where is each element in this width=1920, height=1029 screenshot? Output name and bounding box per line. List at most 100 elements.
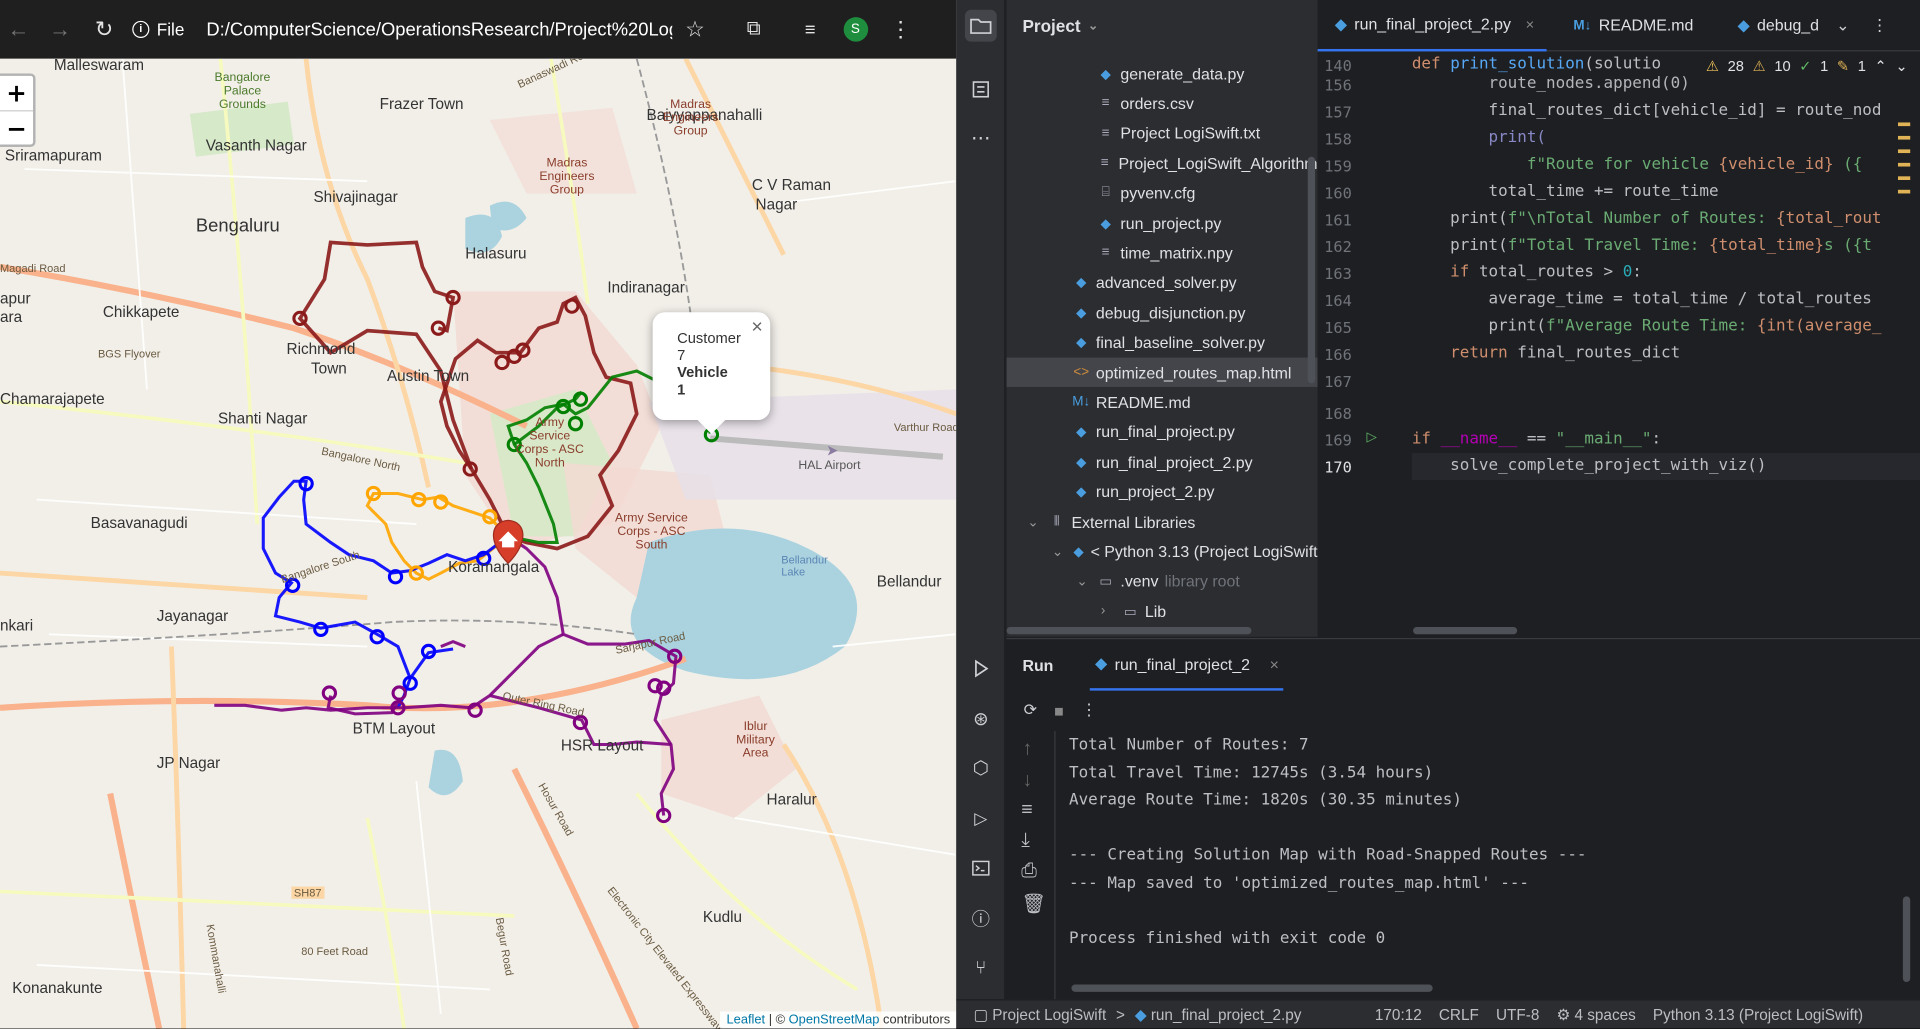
status-indent[interactable]: ⚙ 4 spaces bbox=[1557, 1005, 1636, 1024]
more-tools-icon[interactable]: ⋯ bbox=[965, 122, 997, 154]
code-editor[interactable]: ◆ run_final_project_2.py × M↓ README.md … bbox=[1317, 0, 1920, 637]
popup-close-icon[interactable]: × bbox=[751, 317, 762, 339]
scroll-to-end-icon[interactable]: ⤓ bbox=[1021, 830, 1030, 852]
line-number: 163 bbox=[1324, 264, 1352, 283]
forward-icon[interactable]: → bbox=[44, 13, 76, 45]
project-header[interactable]: Project ⌄ bbox=[1007, 0, 1318, 51]
customer-popup: × Customer 7 Vehicle 1 bbox=[652, 312, 771, 434]
tree-item[interactable]: M↓ README.md bbox=[1007, 387, 1318, 416]
tab-readme[interactable]: M↓ README.md bbox=[1561, 0, 1705, 51]
print-icon[interactable]: ⎙ bbox=[1021, 861, 1037, 883]
zoom-out-button[interactable]: − bbox=[0, 110, 34, 144]
soft-wrap-icon[interactable]: ≡ bbox=[1021, 800, 1032, 822]
popup-vehicle-id: 1 bbox=[677, 380, 686, 398]
run-options-icon[interactable]: ⋮ bbox=[1081, 700, 1097, 720]
chevron-down-icon[interactable]: ⌄ bbox=[1052, 544, 1063, 560]
tree-scrollbar[interactable] bbox=[1307, 156, 1316, 384]
tree-item[interactable]: ⌸ pyvenv.cfg bbox=[1007, 178, 1318, 207]
tree-item[interactable]: ⌄ ▭ .venv library root bbox=[1007, 567, 1318, 596]
back-icon[interactable]: ← bbox=[2, 13, 34, 45]
avatar: S bbox=[843, 17, 868, 42]
console-h-scrollbar[interactable] bbox=[1071, 984, 1433, 992]
address-bar[interactable]: D:/ComputerScience/OperationsResearch/Pr… bbox=[206, 19, 671, 40]
tree-item[interactable]: ≡ Project LogiSwift.txt bbox=[1007, 119, 1318, 148]
bookmark-star-icon[interactable]: ☆ bbox=[679, 13, 711, 45]
project-folder-icon[interactable] bbox=[964, 9, 997, 42]
git-icon[interactable]: ⑂ bbox=[965, 951, 997, 983]
error-stripe[interactable] bbox=[1897, 122, 1911, 232]
status-project[interactable]: ▢ Project LogiSwift bbox=[973, 1005, 1106, 1024]
tree-item[interactable]: ◆ debug_disjunction.py bbox=[1007, 298, 1318, 327]
extensions-icon[interactable]: ⧉ bbox=[738, 13, 770, 45]
run-tab-close-icon[interactable]: × bbox=[1270, 654, 1279, 672]
reload-icon[interactable]: ↻ bbox=[88, 13, 120, 45]
site-info-button[interactable]: i File bbox=[132, 20, 184, 39]
problems-icon[interactable]: ⓘ bbox=[965, 902, 997, 934]
chevron-up-icon[interactable]: ⌃ bbox=[1875, 58, 1887, 75]
media-controls-icon[interactable]: ≡ bbox=[794, 13, 826, 45]
profile-avatar[interactable]: S bbox=[843, 17, 868, 42]
stop-icon[interactable]: ■ bbox=[1054, 701, 1064, 719]
console-output[interactable]: Total Number of Routes: 7 Total Travel Ti… bbox=[1069, 732, 1587, 953]
tree-item[interactable]: ≡ time_matrix.npy bbox=[1007, 238, 1318, 267]
map-label: Shanti Nagar bbox=[217, 410, 308, 428]
status-encoding[interactable]: UTF-8 bbox=[1496, 1006, 1539, 1023]
zoom-in-button[interactable]: + bbox=[0, 76, 33, 110]
status-interpreter[interactable]: Python 3.13 (Project LogiSwift) bbox=[1653, 1006, 1863, 1023]
tree-item[interactable]: ⌄ ⫴ External Libraries bbox=[1007, 507, 1318, 536]
leaflet-link[interactable]: Leaflet bbox=[727, 1013, 766, 1028]
status-line-separator[interactable]: CRLF bbox=[1439, 1006, 1479, 1023]
rerun-icon[interactable]: ⟳ bbox=[1024, 700, 1037, 720]
tabs-more-icon[interactable]: ⋮ bbox=[1872, 15, 1888, 35]
inspection-widget[interactable]: ⚠ 28 ⚠ 10 ✓ 1 ✎ 1 ⌃ ⌄ bbox=[1700, 57, 1908, 75]
run-tool-icon[interactable] bbox=[965, 653, 997, 685]
console-scrollbar[interactable] bbox=[1902, 896, 1911, 983]
tree-item[interactable]: ◆ run_final_project.py bbox=[1007, 417, 1318, 446]
map-label: Konanakunte bbox=[12, 979, 103, 997]
menu-kebab-icon[interactable]: ⋮ bbox=[885, 13, 917, 45]
tree-item[interactable]: › ▭ Lib bbox=[1007, 597, 1318, 626]
osm-link[interactable]: OpenStreetMap bbox=[789, 1013, 880, 1028]
scroll-down-icon[interactable]: ↓ bbox=[1022, 770, 1032, 792]
services-icon[interactable]: ▷ bbox=[965, 802, 997, 834]
map-label: JP Nagar bbox=[156, 754, 221, 772]
chevron-down-icon[interactable]: ⌄ bbox=[1895, 58, 1907, 75]
status-caret-position[interactable]: 170:12 bbox=[1375, 1006, 1422, 1023]
python-file-icon: ◆ bbox=[1334, 14, 1347, 33]
clear-console-icon[interactable]: 🗑 bbox=[1021, 891, 1046, 915]
run-config-tab[interactable]: ◆ run_final_project_2 × bbox=[1090, 639, 1284, 691]
tree-item[interactable]: ◆ advanced_solver.py bbox=[1007, 268, 1318, 297]
tree-item[interactable]: ≡ Project_LogiSwift_Algorithm bbox=[1007, 148, 1318, 177]
tab-debug[interactable]: ◆ debug_d bbox=[1725, 0, 1831, 51]
python-file-icon: ◆ bbox=[1095, 653, 1108, 673]
editor-h-scrollbar[interactable] bbox=[1413, 626, 1518, 635]
tree-item[interactable]: ≡ orders.csv bbox=[1007, 89, 1318, 118]
tree-item[interactable]: ◆ generate_data.py bbox=[1007, 59, 1318, 88]
tab-close-icon[interactable]: × bbox=[1526, 15, 1535, 32]
run-gutter-icon[interactable]: ▷ bbox=[1367, 429, 1377, 445]
console-line: Total Number of Routes: 7 bbox=[1068, 735, 1309, 755]
tree-item[interactable]: <> optimized_routes_map.html bbox=[1006, 357, 1318, 387]
py-file-icon: ◆ bbox=[1100, 216, 1111, 231]
python-packages-icon[interactable]: ⬡ bbox=[965, 752, 997, 784]
python-console-icon[interactable]: ⊛ bbox=[965, 703, 997, 735]
tree-item-label: Project LogiSwift.txt bbox=[1120, 124, 1261, 143]
chevron-right-icon[interactable]: › bbox=[1101, 604, 1105, 619]
chevron-down-icon[interactable]: ⌄ bbox=[1027, 514, 1038, 530]
code-area[interactable]: def print_solution(solutio route_nodes.a… bbox=[1411, 51, 1920, 481]
structure-icon[interactable] bbox=[965, 73, 997, 105]
scroll-up-icon[interactable]: ↑ bbox=[1022, 738, 1032, 760]
chevron-down-icon[interactable]: ⌄ bbox=[1076, 573, 1087, 590]
tab-run-final-project-2[interactable]: ◆ run_final_project_2.py × bbox=[1317, 0, 1547, 51]
tabs-dropdown-icon[interactable]: ⌄ bbox=[1836, 15, 1849, 35]
terminal-icon[interactable] bbox=[965, 852, 997, 884]
route-map[interactable]: Malleswaram Frazer Town Baiyyappanahalli… bbox=[0, 58, 957, 1029]
tree-item[interactable]: ◆ run_project_2.py bbox=[1007, 477, 1318, 506]
tree-item[interactable]: ◆ final_baseline_solver.py bbox=[1007, 328, 1318, 357]
tree-item[interactable]: ◆ run_project.py bbox=[1007, 208, 1318, 237]
tool-window-strip: ⋯ ⊛ ⬡ ▷ ⓘ ⑂ bbox=[956, 0, 1006, 1000]
tree-h-scrollbar[interactable] bbox=[1006, 626, 1252, 635]
tree-item[interactable]: ◆ run_final_project_2.py bbox=[1007, 447, 1318, 476]
status-file[interactable]: ◆ run_final_project_2.py bbox=[1135, 1005, 1302, 1024]
tree-item[interactable]: ⌄ ◆ < Python 3.13 (Project LogiSwift bbox=[1007, 537, 1318, 566]
